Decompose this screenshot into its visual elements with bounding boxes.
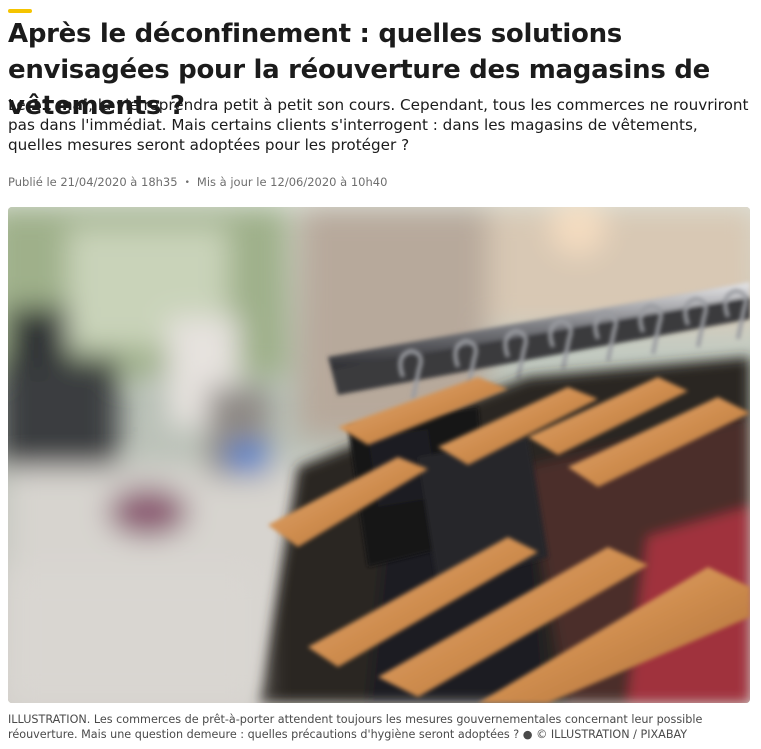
updated-date: Mis à jour le 12/06/2020 à 10h40 <box>196 175 388 189</box>
image-caption: ILLUSTRATION. Les commerces de prêt-à-po… <box>8 713 703 741</box>
lede-intro: Le <box>8 96 31 114</box>
article-lede: Le 11 mai, la vie reprendra petit à peti… <box>8 95 753 155</box>
meta-separator: • <box>184 178 190 188</box>
published-date: Publié le 21/04/2020 à 18h35 <box>8 175 178 189</box>
article-image[interactable] <box>8 207 750 703</box>
lede-date: 11 mai <box>30 96 89 114</box>
lede-body: , la vie reprendra petit à petit son cou… <box>8 96 749 154</box>
section-accent-bar <box>8 9 32 13</box>
clothing-rack-photo <box>8 207 750 703</box>
article-meta: Publié le 21/04/2020 à 18h35 • Mis à jour … <box>8 175 387 189</box>
